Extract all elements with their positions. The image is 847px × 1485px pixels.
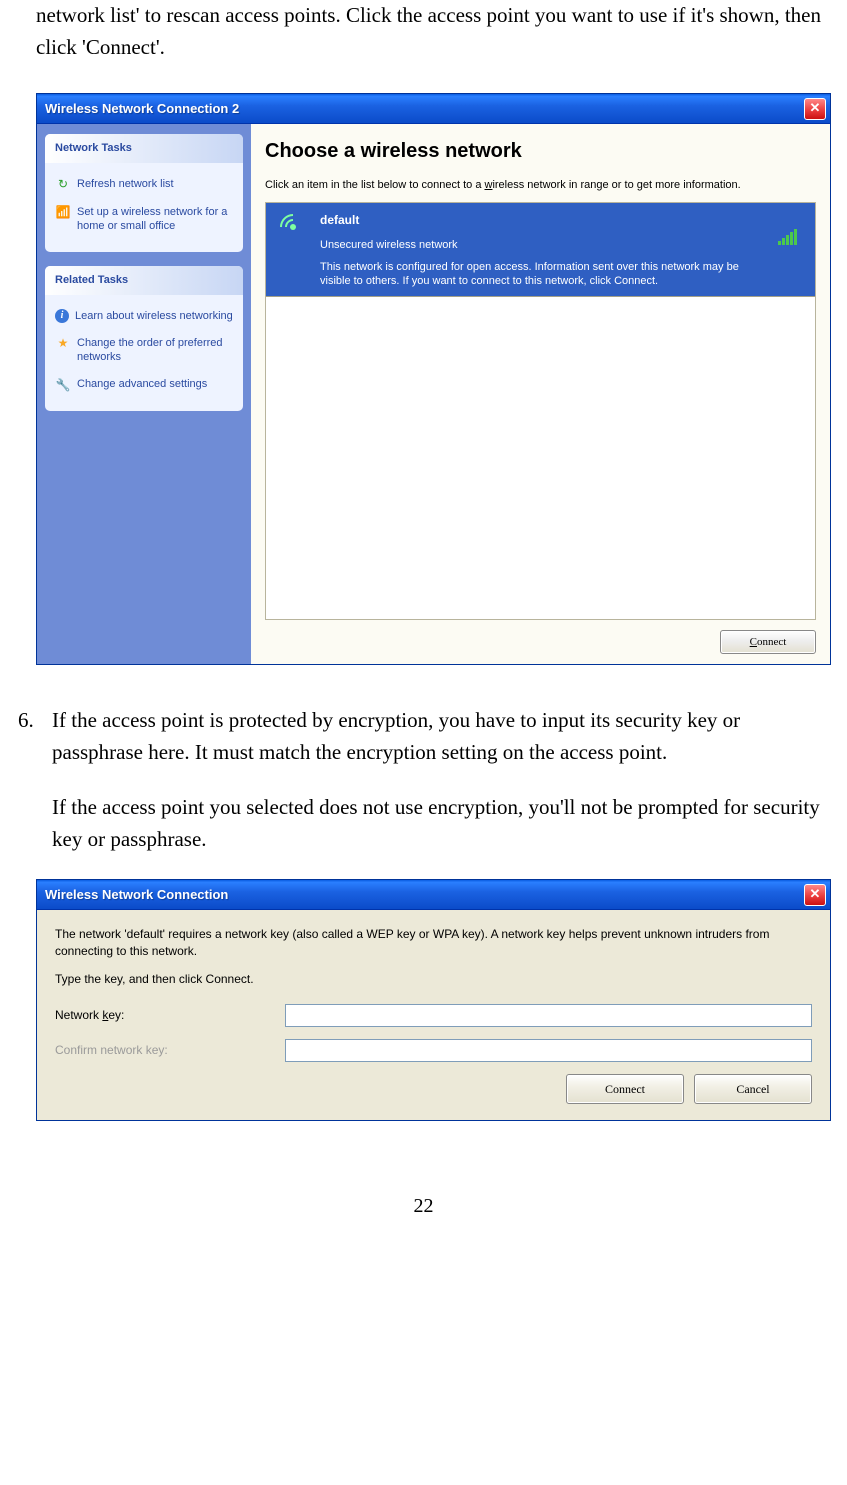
- signal-strength-icon: [778, 229, 797, 245]
- sidebar-item-label: Learn about wireless networking: [75, 309, 233, 324]
- sidebar-item-label: Change advanced settings: [77, 377, 207, 392]
- confirm-key-label: Confirm network key:: [55, 1041, 285, 1059]
- close-icon[interactable]: [804, 884, 826, 906]
- close-icon[interactable]: [804, 98, 826, 120]
- wifi-icon: [279, 213, 307, 241]
- intro-text: network list' to rescan access points. C…: [36, 0, 829, 63]
- connect-button[interactable]: Connect: [566, 1074, 684, 1104]
- titlebar: Wireless Network Connection: [37, 880, 830, 910]
- step-paragraph: If the access point is protected by encr…: [52, 705, 829, 768]
- window-title: Wireless Network Connection: [45, 885, 804, 905]
- network-subtitle: Unsecured wireless network: [320, 237, 759, 254]
- sidebar-item-refresh[interactable]: ↻ Refresh network list: [55, 171, 233, 199]
- panel-header: Related Tasks: [45, 266, 243, 295]
- network-message: This network is configured for open acce…: [320, 260, 759, 289]
- step-6: 6. If the access point is protected by e…: [18, 705, 829, 855]
- wrench-icon: 🔧: [55, 377, 71, 393]
- figure-network-key: Wireless Network Connection The network …: [36, 879, 829, 1121]
- sidebar-item-advanced[interactable]: 🔧 Change advanced settings: [55, 371, 233, 399]
- confirm-key-input: [285, 1039, 812, 1062]
- antenna-icon: 📶: [55, 205, 71, 221]
- sidebar-item-label: Change the order of preferred networks: [77, 336, 233, 366]
- refresh-icon: ↻: [55, 177, 71, 193]
- dialog-prompt: The network 'default' requires a network…: [55, 926, 812, 960]
- network-key-label: Network key:: [55, 1006, 285, 1024]
- main-heading: Choose a wireless network: [265, 136, 816, 166]
- main-instruction: Click an item in the list below to conne…: [265, 178, 816, 192]
- sidebar-item-label: Set up a wireless network for a home or …: [77, 205, 233, 235]
- page-number: 22: [18, 1191, 829, 1221]
- sidebar-item-label: Refresh network list: [77, 177, 174, 192]
- titlebar: Wireless Network Connection 2: [37, 94, 830, 124]
- window-wireless-list: Wireless Network Connection 2 Network Ta…: [36, 93, 831, 665]
- window-network-key: Wireless Network Connection The network …: [36, 879, 831, 1121]
- panel-related-tasks: Related Tasks i Learn about wireless net…: [45, 266, 243, 411]
- info-icon: i: [55, 309, 69, 323]
- network-item[interactable]: default Unsecured wireless network This …: [266, 203, 815, 297]
- panel-network-tasks: Network Tasks ↻ Refresh network list 📶 S…: [45, 134, 243, 252]
- sidebar-item-order[interactable]: ★ Change the order of preferred networks: [55, 330, 233, 372]
- figure-wireless-list: Wireless Network Connection 2 Network Ta…: [36, 93, 829, 665]
- cancel-button[interactable]: Cancel: [694, 1074, 812, 1104]
- panel-header: Network Tasks: [45, 134, 243, 163]
- star-icon: ★: [55, 336, 71, 352]
- main-panel: Choose a wireless network Click an item …: [251, 124, 830, 664]
- sidebar: Network Tasks ↻ Refresh network list 📶 S…: [37, 124, 251, 664]
- dialog-type-line: Type the key, and then click Connect.: [55, 970, 812, 988]
- window-title: Wireless Network Connection 2: [45, 99, 804, 119]
- step-number: 6.: [18, 705, 34, 737]
- network-key-input[interactable]: [285, 1004, 812, 1027]
- network-name: default: [320, 211, 759, 229]
- step-paragraph: If the access point you selected does no…: [52, 792, 829, 855]
- sidebar-item-learn[interactable]: i Learn about wireless networking: [55, 303, 233, 330]
- connect-button[interactable]: Connect: [720, 630, 816, 655]
- networks-list: default Unsecured wireless network This …: [265, 202, 816, 619]
- sidebar-item-setup-network[interactable]: 📶 Set up a wireless network for a home o…: [55, 199, 233, 241]
